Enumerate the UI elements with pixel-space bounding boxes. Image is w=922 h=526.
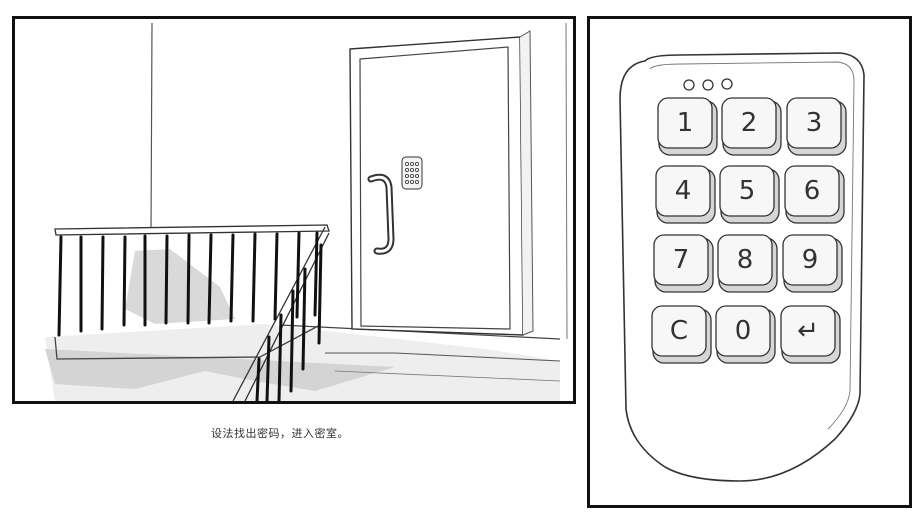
- key-label: ↵: [797, 316, 819, 346]
- key-label: 5: [739, 176, 756, 206]
- key-5-button[interactable]: 5: [719, 165, 780, 224]
- indicator-light-icon: [721, 78, 733, 90]
- indicator-light-icon: [683, 79, 695, 91]
- key-8-button[interactable]: 8: [717, 234, 778, 293]
- key-label: 4: [675, 176, 692, 206]
- key-7-button[interactable]: 7: [653, 234, 714, 293]
- stairwell-scene: [45, 22, 568, 401]
- key-9-button[interactable]: 9: [782, 234, 843, 293]
- door-keypad-icon[interactable]: [401, 156, 423, 190]
- key-enter-button[interactable]: ↵: [780, 305, 841, 364]
- key-4-button[interactable]: 4: [655, 165, 716, 224]
- key-label: 9: [802, 245, 819, 275]
- key-6-button[interactable]: 6: [784, 165, 845, 224]
- scene-panel: [12, 16, 576, 404]
- key-label: 2: [741, 108, 758, 138]
- door[interactable]: [349, 30, 534, 336]
- hint-text: 设法找出密码，进入密室。: [211, 427, 349, 440]
- key-label: 3: [806, 108, 823, 138]
- key-label: C: [670, 316, 688, 346]
- key-2-button[interactable]: 2: [721, 97, 782, 156]
- key-0-button[interactable]: 0: [715, 305, 776, 364]
- keypad-device: 1 2 3 4 5 6 7 8 9 C 0 ↵: [619, 52, 865, 482]
- key-label: 0: [735, 316, 752, 346]
- keypad-panel: 1 2 3 4 5 6 7 8 9 C 0 ↵: [587, 16, 912, 508]
- indicator-light-icon: [702, 79, 714, 91]
- key-3-button[interactable]: 3: [786, 97, 847, 156]
- key-label: 7: [673, 245, 690, 275]
- key-label: 6: [804, 176, 821, 206]
- key-1-button[interactable]: 1: [657, 97, 718, 156]
- key-label: 1: [677, 108, 694, 138]
- key-clear-button[interactable]: C: [651, 305, 712, 364]
- key-label: 8: [737, 245, 754, 275]
